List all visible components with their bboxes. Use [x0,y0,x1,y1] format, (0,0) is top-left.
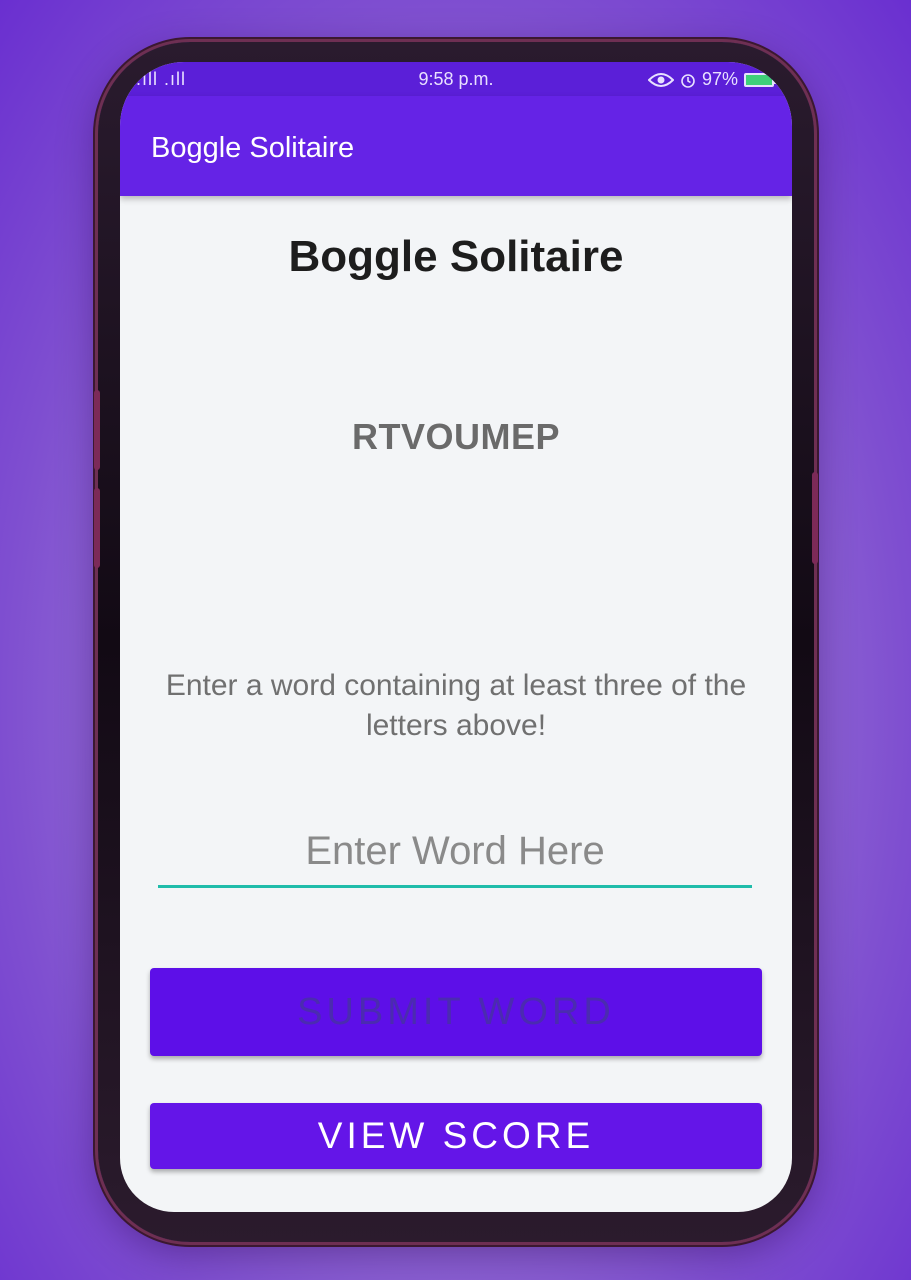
view-score-button[interactable]: VIEW SCORE [150,1103,762,1169]
word-input[interactable] [158,818,752,888]
status-bar: .ıll .ıll 9:58 p.m. 97% [120,62,792,96]
letters-display: RTVOUMEP [351,416,560,457]
volume-button [94,390,100,470]
battery-icon [744,72,777,87]
power-button [812,472,818,564]
page-title: Boggle Solitaire [288,232,624,281]
status-icons: 97% [647,69,777,90]
app-bar: Boggle Solitaire [120,96,792,196]
app-bar-title: Boggle Solitaire [151,132,355,164]
submit-word-button[interactable]: SUBMIT WORD [150,968,762,1056]
alarm-icon [681,73,695,88]
instructions-text: Enter a word containing at least three o… [165,669,747,742]
phone-screen: .ıll .ıll 9:58 p.m. 97% Boggle Solitaire… [120,62,792,1212]
eye-icon [647,72,674,87]
volume-button [94,488,100,568]
battery-percent: 97% [701,69,738,89]
